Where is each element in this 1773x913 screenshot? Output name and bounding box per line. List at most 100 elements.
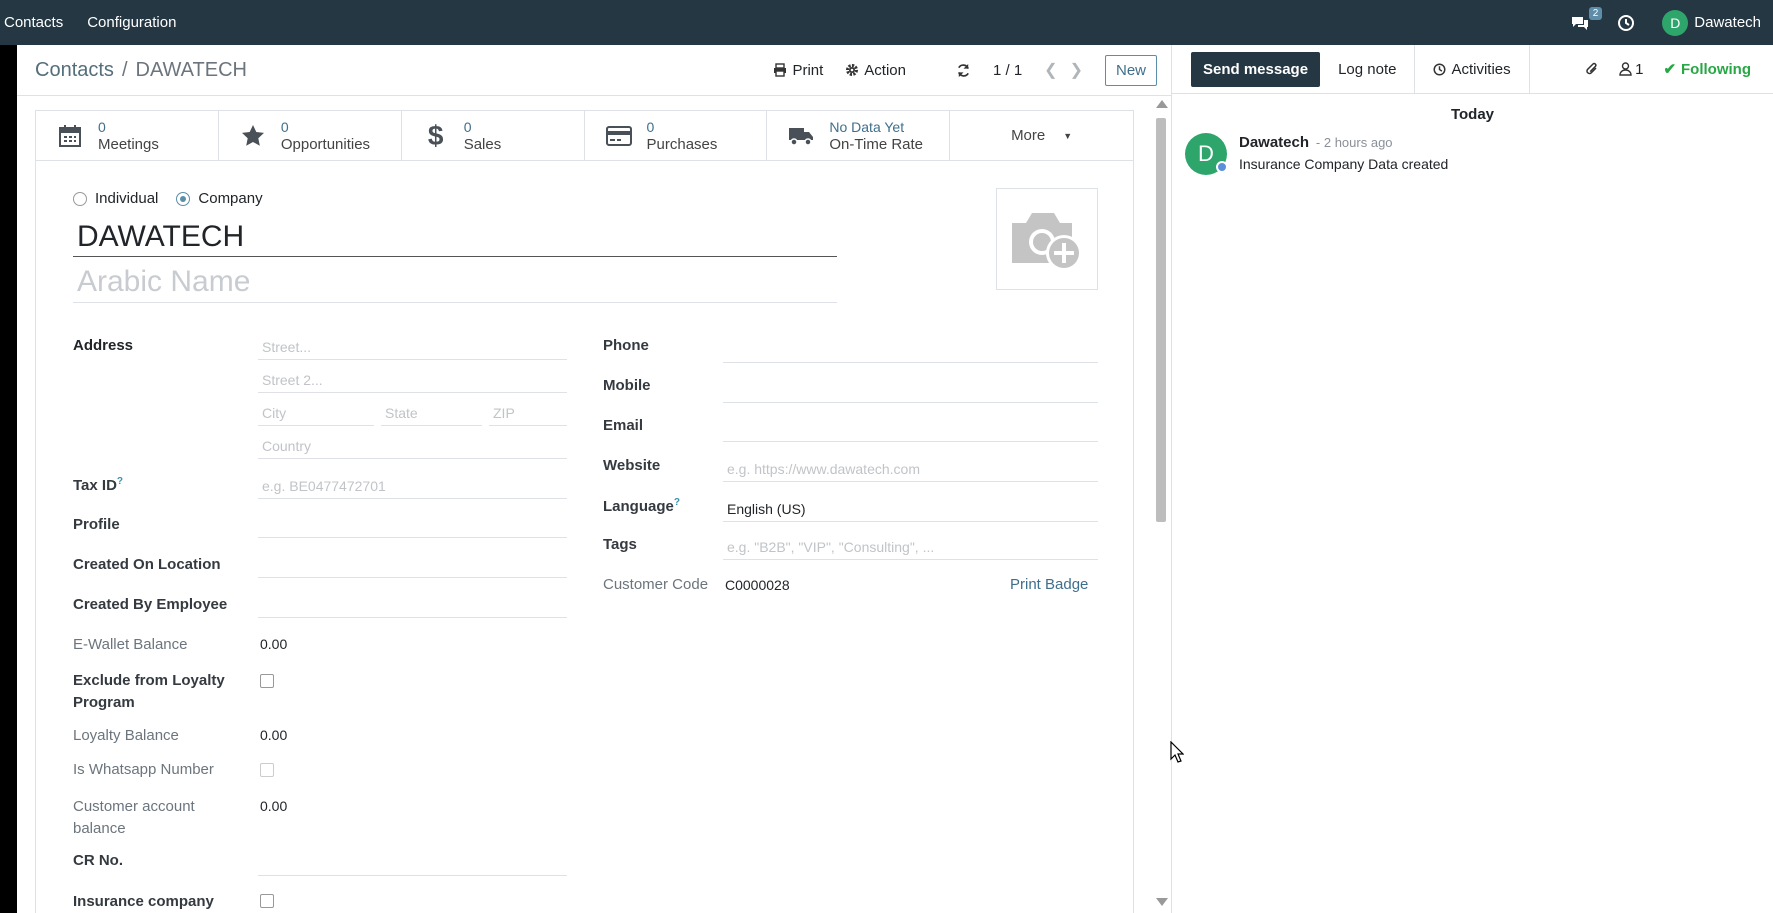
send-message-button[interactable]: Send message — [1191, 51, 1321, 87]
opportunities-count: 0 — [280, 118, 289, 135]
website-label: Website — [603, 457, 661, 474]
customer-code-value: C0000028 — [725, 577, 790, 593]
opportunities-button[interactable]: 0 Opportunities — [219, 111, 402, 160]
sales-label: Sales — [463, 135, 502, 153]
following-button[interactable]: ✔ Following — [1663, 60, 1751, 79]
created-by-employee-label: Created By Employee — [73, 596, 228, 613]
caret-down-icon: ▼ — [1063, 130, 1073, 141]
log-note-button[interactable]: Log note — [1320, 45, 1414, 94]
created-by-employee-input[interactable] — [258, 594, 567, 618]
phone-input[interactable] — [723, 339, 1098, 363]
paperclip-icon[interactable] — [1585, 61, 1599, 77]
refresh-icon[interactable] — [956, 63, 971, 78]
form-sheet: 0 Meetings 0 Opportunities $ 0 Sales 0 Purch… — [35, 110, 1134, 913]
breadcrumb: Contacts / DAWATECH — [35, 59, 247, 82]
on-time-rate-value: No Data Yet — [829, 118, 905, 135]
menu-contacts[interactable]: Contacts — [0, 0, 75, 45]
profile-input[interactable] — [258, 514, 567, 538]
sales-count: 0 — [463, 118, 472, 135]
tax-id-help-icon[interactable]: ? — [117, 476, 123, 487]
profile-label: Profile — [73, 516, 120, 533]
scroll-thumb[interactable] — [1156, 118, 1166, 522]
tax-id-label: Tax ID? — [73, 476, 124, 494]
scroll-down-icon[interactable] — [1156, 898, 1168, 906]
pager-previous-icon[interactable]: ❮ — [1044, 60, 1057, 80]
check-icon: ✔ — [1663, 61, 1677, 78]
print-label: Print — [792, 61, 824, 79]
whatsapp-checkbox[interactable] — [260, 763, 274, 777]
calendar-icon — [59, 124, 81, 147]
mobile-label: Mobile — [603, 377, 651, 394]
on-time-rate-label: On-Time Rate — [829, 135, 924, 153]
exclude-loyalty-checkbox[interactable] — [260, 674, 274, 688]
scroll-up-icon[interactable] — [1156, 100, 1168, 108]
email-input[interactable] — [723, 418, 1098, 442]
chatter-right-actions: 1 ✔ Following — [1585, 60, 1773, 78]
language-help-icon[interactable]: ? — [674, 497, 680, 508]
meetings-button[interactable]: 0 Meetings — [36, 111, 219, 160]
pager-next-icon[interactable]: ❯ — [1070, 60, 1083, 80]
print-button[interactable]: Print — [773, 62, 823, 79]
tags-input[interactable]: e.g. "B2B", "VIP", "Consulting", ... — [723, 536, 1098, 560]
followers-button[interactable]: 1 — [1619, 61, 1643, 78]
name-field[interactable]: DAWATECH — [73, 219, 837, 257]
activity-menu[interactable] — [1618, 14, 1635, 31]
mobile-input[interactable] — [723, 379, 1098, 403]
more-label: More — [1011, 127, 1046, 144]
company-radio[interactable] — [176, 191, 191, 206]
created-on-location-input[interactable] — [258, 554, 567, 578]
systray: 2 D Dawatech — [1570, 6, 1773, 36]
chatter-topbar: Send message Log note Activities 1 ✔ Fol… — [1172, 44, 1773, 94]
activities-button[interactable]: Activities — [1414, 44, 1530, 94]
print-badge-button[interactable]: Print Badge — [1010, 576, 1088, 593]
loyalty-balance-label: Loyalty Balance — [73, 727, 179, 744]
messages-badge: 2 — [1588, 6, 1603, 20]
breadcrumb-contacts[interactable]: Contacts — [35, 59, 114, 82]
pager-value[interactable]: 1 / 1 — [993, 62, 1022, 79]
message-author[interactable]: Dawatech — [1239, 134, 1309, 151]
gear-icon — [846, 64, 859, 76]
arabic-name-field[interactable]: Arabic Name — [73, 263, 837, 303]
street-input[interactable]: Street... — [258, 336, 567, 360]
mouse-cursor-icon — [1170, 741, 1184, 763]
printer-icon — [774, 63, 787, 77]
message-avatar[interactable]: D — [1185, 133, 1228, 175]
meetings-count: 0 — [98, 118, 106, 135]
chatter-panel: Send message Log note Activities 1 ✔ Fol… — [1171, 44, 1773, 913]
tax-id-input[interactable]: e.g. BE0477472701 — [258, 475, 567, 499]
country-input[interactable]: Country — [258, 435, 567, 459]
purchases-button[interactable]: 0 Purchases — [585, 111, 768, 160]
breadcrumb-separator: / — [121, 58, 128, 81]
date-separator: Today — [1450, 106, 1495, 123]
tags-label: Tags — [603, 536, 637, 553]
action-button[interactable]: Action — [845, 62, 906, 79]
new-button[interactable]: New — [1104, 54, 1157, 86]
state-input[interactable]: State — [381, 402, 482, 426]
sales-button[interactable]: $ 0 Sales — [402, 111, 585, 160]
credit-card-icon — [605, 125, 632, 146]
form-scrollbar[interactable] — [1153, 100, 1169, 913]
individual-label[interactable]: Individual — [95, 190, 158, 207]
control-panel: Contacts / DAWATECH Print Action 1 / 1 ❮… — [17, 45, 1171, 96]
website-input[interactable]: e.g. https://www.dawatech.com — [723, 458, 1098, 482]
more-button[interactable]: More ▼ — [950, 111, 1133, 160]
cr-no-input[interactable] — [258, 852, 567, 876]
insurance-company-checkbox[interactable] — [260, 894, 274, 908]
created-on-location-label: Created On Location — [73, 556, 221, 573]
user-menu[interactable]: D Dawatech — [1662, 9, 1761, 36]
company-label[interactable]: Company — [198, 190, 262, 207]
insurance-company-label: Insurance company — [73, 893, 214, 910]
language-select[interactable]: English (US) — [723, 498, 1098, 522]
address-label: Address — [73, 337, 134, 354]
zip-input[interactable]: ZIP — [489, 402, 567, 426]
city-input[interactable]: City — [258, 402, 374, 426]
on-time-rate-button[interactable]: No Data Yet On-Time Rate — [767, 111, 951, 160]
avatar: D — [1662, 9, 1689, 36]
street2-input[interactable]: Street 2... — [258, 369, 567, 393]
followers-count: 1 — [1635, 60, 1644, 78]
individual-radio[interactable] — [73, 191, 87, 206]
messaging-menu[interactable]: 2 — [1570, 6, 1603, 31]
image-upload[interactable] — [996, 188, 1098, 290]
phone-label: Phone — [603, 337, 649, 354]
menu-configuration[interactable]: Configuration — [75, 0, 188, 45]
